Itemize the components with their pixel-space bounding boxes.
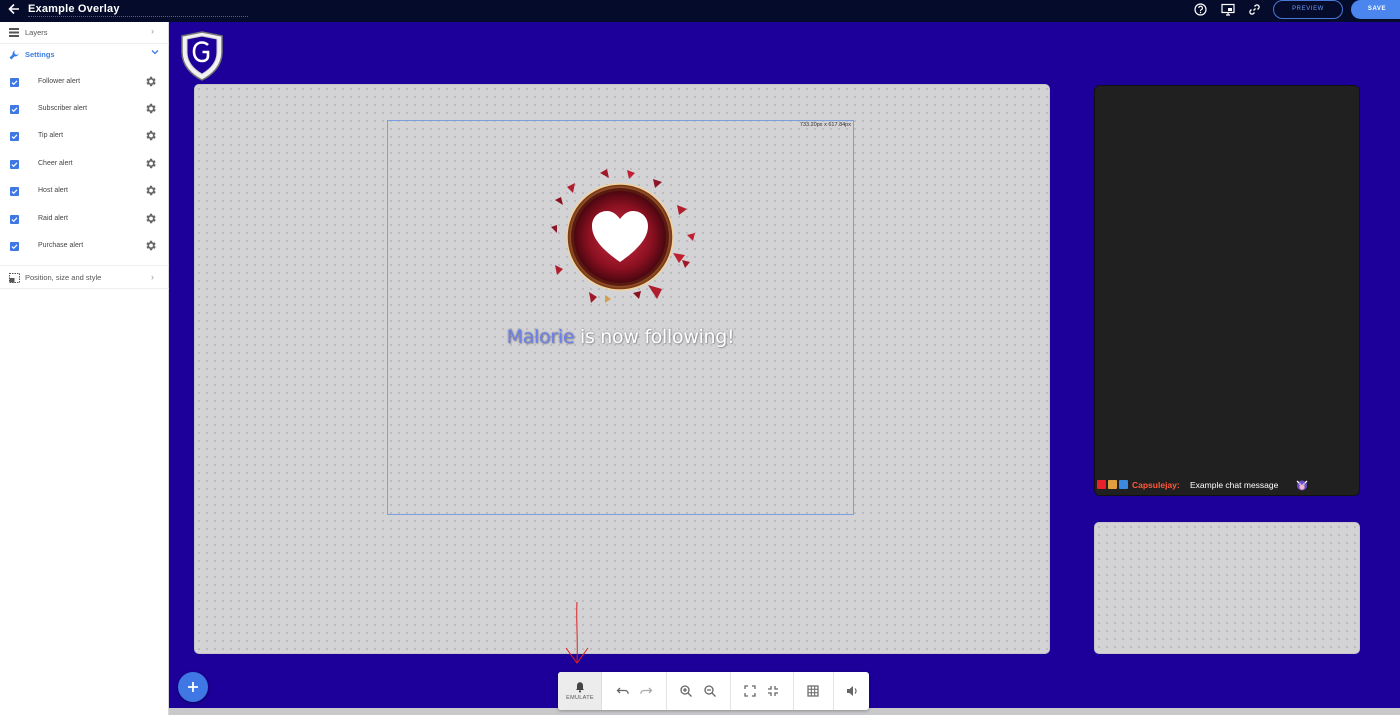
emulate-label: EMULATE [566, 695, 594, 701]
subscriber-alert-checkbox[interactable] [10, 105, 19, 114]
chat-text: Example chat message [1190, 480, 1279, 490]
help-icon[interactable] [1194, 3, 1208, 17]
undo-icon[interactable] [616, 684, 630, 698]
follower-alert-checkbox[interactable] [10, 78, 19, 87]
purchase-alert-label: Purchase alert [38, 242, 84, 249]
red-arrow-annotation [562, 600, 592, 668]
chat-message: Capsulejay: Example chat message [1095, 478, 1359, 492]
emulate-button[interactable]: EMULATE [558, 672, 602, 710]
volume-icon[interactable] [845, 684, 859, 698]
settings-section[interactable]: Settings [0, 44, 169, 66]
toolbar-divider [793, 672, 794, 710]
exit-fullscreen-icon[interactable] [766, 684, 780, 698]
alert-row-subscriber[interactable]: Subscriber alert [0, 100, 169, 120]
gear-icon[interactable] [144, 239, 157, 252]
alert-message: Malorie is now following! [387, 326, 854, 348]
heart-alert-icon [545, 165, 700, 310]
wrench-icon [9, 50, 19, 60]
editor-toolbar: EMULATE [558, 672, 869, 710]
alert-message-text: is now following! [574, 326, 735, 348]
chevron-right-icon: › [151, 272, 154, 282]
follower-alert-label: Follower alert [38, 78, 81, 85]
secondary-widget-box[interactable] [1094, 522, 1360, 654]
plus-icon [188, 682, 198, 692]
toolbar-divider [833, 672, 834, 710]
chevron-right-icon: › [151, 26, 154, 36]
layers-icon [9, 28, 19, 38]
toolbar-divider [666, 672, 667, 710]
gear-icon[interactable] [144, 75, 157, 88]
zoom-in-icon[interactable] [679, 684, 693, 698]
redo-icon[interactable] [639, 684, 653, 698]
alert-row-cheer[interactable]: Cheer alert [0, 155, 169, 175]
settings-panel: Layers › Settings Follower alert Subscri… [0, 22, 169, 715]
resize-icon [9, 273, 20, 283]
cheer-alert-checkbox[interactable] [10, 160, 19, 169]
settings-label: Settings [25, 50, 55, 59]
bell-icon [574, 680, 586, 693]
preview-button[interactable]: PREVIEW [1273, 0, 1343, 19]
alert-row-purchase[interactable]: Purchase alert [0, 237, 169, 257]
tip-alert-label: Tip alert [38, 132, 64, 139]
title-underline [28, 16, 248, 17]
position-size-style-label: Position, size and style [25, 273, 102, 282]
selection-size-label: 733.20px x 617.84px [799, 122, 851, 128]
gear-icon[interactable] [144, 184, 157, 197]
sub-badge-icon [1119, 480, 1128, 489]
emote-badge-icon [1108, 480, 1117, 489]
back-arrow-icon[interactable] [8, 2, 22, 18]
subscriber-alert-label: Subscriber alert [38, 105, 88, 112]
save-button[interactable]: SAVE [1351, 0, 1400, 19]
tip-alert-checkbox[interactable] [10, 132, 19, 141]
chat-username: Capsulejay: [1132, 480, 1180, 490]
cheer-alert-label: Cheer alert [38, 160, 73, 167]
broadcaster-badge-icon [1097, 480, 1106, 489]
chat-box[interactable] [1094, 85, 1360, 496]
shield-logo[interactable] [177, 30, 227, 82]
alert-row-follower[interactable]: Follower alert [0, 73, 169, 93]
raid-alert-checkbox[interactable] [10, 215, 19, 224]
zoom-out-icon[interactable] [703, 684, 717, 698]
host-alert-checkbox[interactable] [10, 187, 19, 196]
purchase-alert-checkbox[interactable] [10, 242, 19, 251]
fullscreen-icon[interactable] [743, 684, 757, 698]
host-alert-label: Host alert [38, 187, 68, 194]
layers-label: Layers [25, 28, 48, 37]
chevron-down-icon [151, 48, 159, 58]
alert-row-tip[interactable]: Tip alert [0, 127, 169, 147]
alert-row-raid[interactable]: Raid alert [0, 210, 169, 230]
layers-section[interactable]: Layers › [0, 22, 169, 44]
position-size-style-section[interactable]: Position, size and style › [0, 265, 169, 289]
add-widget-button[interactable] [178, 672, 208, 702]
gear-icon[interactable] [144, 212, 157, 225]
alert-username: Malorie [506, 326, 575, 348]
toolbar-divider [730, 672, 731, 710]
gear-icon[interactable] [144, 129, 157, 142]
alert-row-host[interactable]: Host alert [0, 182, 169, 202]
overlay-title[interactable]: Example Overlay [28, 3, 120, 15]
gear-icon[interactable] [144, 157, 157, 170]
top-bar: Example Overlay PREVIEW SAVE [0, 0, 1400, 22]
link-icon[interactable] [1248, 3, 1262, 17]
monitor-icon[interactable] [1221, 3, 1235, 17]
grid-icon[interactable] [806, 684, 820, 698]
cow-emote-icon [1295, 478, 1309, 492]
gear-icon[interactable] [144, 102, 157, 115]
raid-alert-label: Raid alert [38, 215, 68, 222]
